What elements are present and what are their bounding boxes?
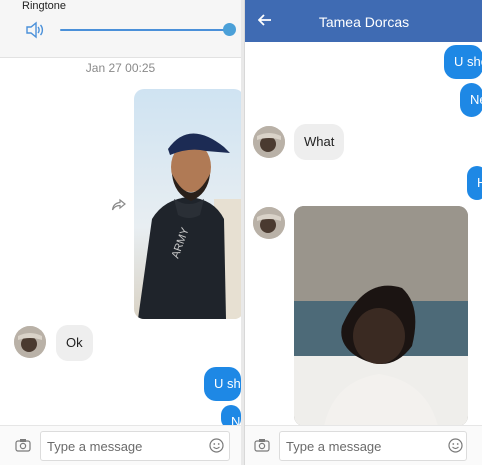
speaker-icon[interactable] <box>24 20 44 40</box>
contact-name: Tamea Dorcas <box>318 14 410 30</box>
volume-slider-track[interactable] <box>60 29 230 31</box>
outgoing-message-bubble[interactable]: Ne <box>460 83 482 117</box>
message-input[interactable] <box>279 431 467 461</box>
message-text: Ne <box>470 92 482 107</box>
avatar-image <box>253 207 285 239</box>
ringtone-setting: Ringtone <box>0 0 241 58</box>
volume-slider-knob[interactable] <box>223 23 236 36</box>
share-icon[interactable] <box>111 198 127 212</box>
avatar-image <box>14 326 46 358</box>
photo-girl-image <box>294 206 468 426</box>
shared-photo[interactable] <box>294 206 468 426</box>
contact-avatar[interactable] <box>253 126 285 158</box>
message-text: What <box>304 134 335 149</box>
outgoing-message-bubble[interactable]: U sho <box>444 45 482 79</box>
contact-avatar[interactable] <box>14 326 46 358</box>
emoji-icon[interactable] <box>448 438 463 453</box>
chat-header: Tamea Dorcas <box>245 0 482 42</box>
shared-photo[interactable]: ARMY <box>134 89 241 319</box>
ringtone-label: Ringtone <box>22 0 67 12</box>
camera-icon[interactable] <box>15 438 31 452</box>
message-composer <box>0 425 241 465</box>
message-text: U sho <box>454 54 482 69</box>
camera-icon[interactable] <box>254 438 270 452</box>
left-chat-panel: Ringtone Jan 27 00:25 ARMY Ok U sh N Typ… <box>0 0 241 465</box>
avatar-image <box>253 126 285 158</box>
message-input[interactable] <box>40 431 230 461</box>
contact-avatar[interactable] <box>253 207 285 239</box>
incoming-message-bubble[interactable]: What <box>294 124 345 160</box>
outgoing-message-bubble[interactable]: H <box>467 166 482 200</box>
date-separator: Jan 27 00:25 <box>85 61 156 75</box>
right-chat-panel: Tamea Dorcas U sho Ne What H <box>244 0 482 465</box>
message-composer <box>245 425 482 465</box>
message-text: Ok <box>66 335 83 350</box>
message-text: U she <box>214 376 241 391</box>
photo-man-image: ARMY <box>134 89 241 319</box>
incoming-message-bubble[interactable]: Ok <box>56 325 93 361</box>
outgoing-message-bubble[interactable]: U she <box>204 367 241 401</box>
emoji-icon[interactable] <box>209 438 224 453</box>
message-text: H <box>477 175 482 190</box>
